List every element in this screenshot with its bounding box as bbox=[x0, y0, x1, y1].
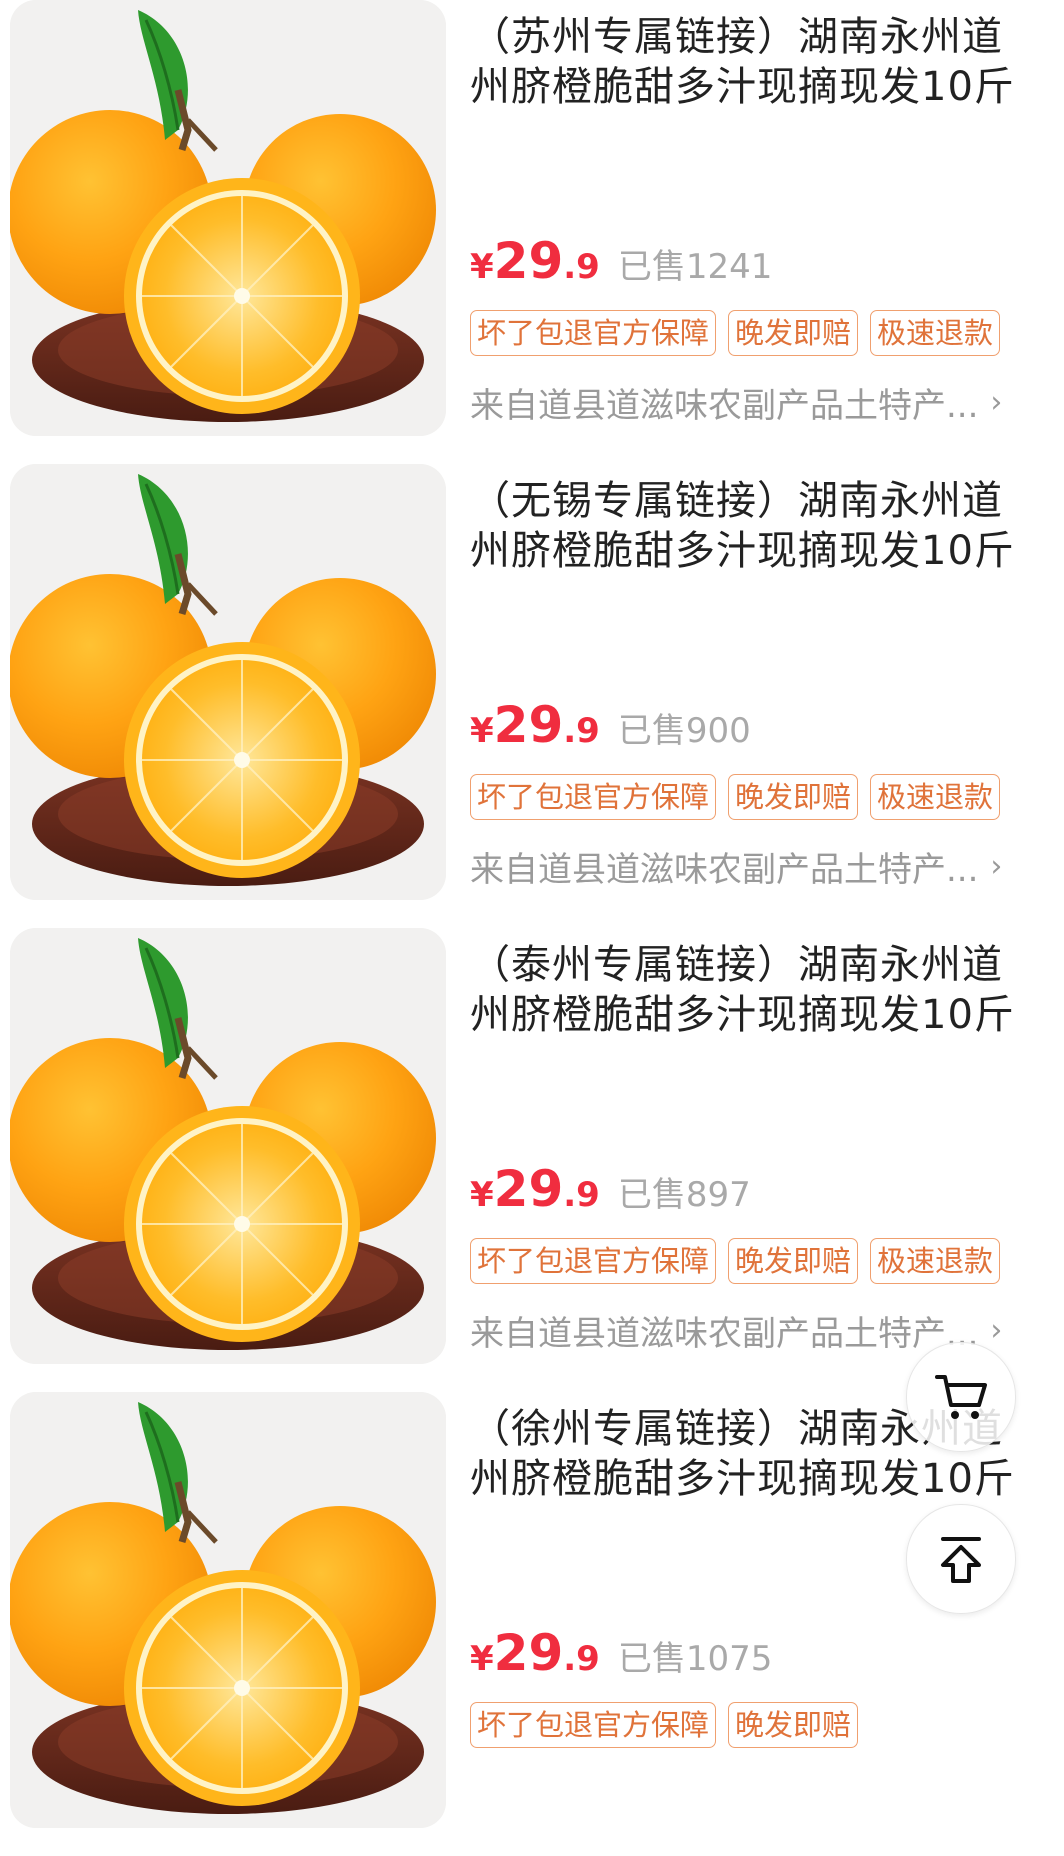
sold-value: 1241 bbox=[685, 247, 773, 287]
product-title[interactable]: （苏州专属链接）湖南永州道州脐橙脆甜多汁现摘现发10斤 bbox=[470, 12, 1040, 112]
service-tags: 坏了包退官方保障 晚发即赔 极速退款 bbox=[470, 1238, 1001, 1284]
currency-symbol: ¥ bbox=[470, 247, 494, 287]
sold-count: 已售 897 bbox=[618, 1167, 751, 1216]
tag-return-guarantee: 坏了包退官方保障 bbox=[470, 774, 717, 820]
sold-label: 已售 bbox=[617, 1175, 686, 1215]
chevron-right-icon: › bbox=[990, 849, 1003, 884]
back-to-top-button[interactable] bbox=[906, 1504, 1016, 1614]
currency-symbol: ¥ bbox=[470, 1175, 494, 1215]
product-title[interactable]: （泰州专属链接）湖南永州道州脐橙脆甜多汁现摘现发10斤 bbox=[470, 940, 1040, 1040]
shop-name: 来自道县道滋味农副产品土特产... bbox=[470, 1314, 979, 1354]
product-card[interactable]: （泰州专属链接）湖南永州道州脐橙脆甜多汁现摘现发10斤 ¥ 29 .9 已售 89… bbox=[0, 928, 1064, 1392]
tag-fast-refund: 极速退款 bbox=[870, 310, 1001, 356]
shop-link[interactable]: 来自道县道滋味农副产品土特产... › bbox=[470, 842, 1030, 891]
price-decimal: .9 bbox=[563, 1175, 600, 1215]
cart-icon bbox=[935, 1375, 987, 1419]
currency-symbol: ¥ bbox=[470, 711, 494, 751]
sold-value: 1075 bbox=[685, 1639, 773, 1679]
sold-label: 已售 bbox=[617, 247, 686, 287]
tag-late-compensation: 晚发即赔 bbox=[728, 774, 859, 820]
product-card[interactable]: （苏州专属链接）湖南永州道州脐橙脆甜多汁现摘现发10斤 ¥ 29 .9 已售 12… bbox=[0, 0, 1064, 464]
price-row: ¥ 29 .9 已售 1075 bbox=[470, 1624, 772, 1684]
sold-count: 已售 1241 bbox=[618, 239, 773, 288]
price: ¥ 29 .9 bbox=[470, 1160, 600, 1218]
sold-label: 已售 bbox=[617, 1639, 686, 1679]
price-decimal: .9 bbox=[563, 1639, 600, 1679]
chevron-right-icon: › bbox=[990, 385, 1003, 420]
price-decimal: .9 bbox=[563, 711, 600, 751]
price-row: ¥ 29 .9 已售 897 bbox=[470, 1160, 751, 1220]
price-integer: 29 bbox=[493, 696, 564, 754]
tag-late-compensation: 晚发即赔 bbox=[728, 310, 859, 356]
sold-count: 已售 900 bbox=[618, 703, 751, 752]
product-image[interactable] bbox=[10, 928, 446, 1364]
tag-return-guarantee: 坏了包退官方保障 bbox=[470, 310, 717, 356]
product-image[interactable] bbox=[10, 1392, 446, 1828]
cart-button[interactable] bbox=[906, 1342, 1016, 1452]
sold-count: 已售 1075 bbox=[618, 1631, 773, 1680]
price: ¥ 29 .9 bbox=[470, 1624, 600, 1682]
product-card[interactable]: （徐州专属链接）湖南永州道州脐橙脆甜多汁现摘现发10斤 ¥ 29 .9 已售 10… bbox=[0, 1392, 1064, 1856]
sold-label: 已售 bbox=[617, 711, 686, 751]
shop-name: 来自道县道滋味农副产品土特产... bbox=[470, 850, 979, 890]
sold-value: 897 bbox=[685, 1175, 751, 1215]
price-decimal: .9 bbox=[563, 247, 600, 287]
product-title[interactable]: （无锡专属链接）湖南永州道州脐橙脆甜多汁现摘现发10斤 bbox=[470, 476, 1040, 576]
product-image[interactable] bbox=[10, 0, 446, 436]
price-row: ¥ 29 .9 已售 900 bbox=[470, 696, 751, 756]
currency-symbol: ¥ bbox=[470, 1639, 494, 1679]
shop-name: 来自道县道滋味农副产品土特产... bbox=[470, 386, 979, 426]
service-tags: 坏了包退官方保障 晚发即赔 极速退款 bbox=[470, 774, 1001, 820]
tag-late-compensation: 晚发即赔 bbox=[728, 1702, 859, 1748]
price-integer: 29 bbox=[493, 232, 564, 290]
price-row: ¥ 29 .9 已售 1241 bbox=[470, 232, 772, 292]
tag-fast-refund: 极速退款 bbox=[870, 1238, 1001, 1284]
tag-late-compensation: 晚发即赔 bbox=[728, 1238, 859, 1284]
service-tags: 坏了包退官方保障 晚发即赔 bbox=[470, 1702, 859, 1748]
service-tags: 坏了包退官方保障 晚发即赔 极速退款 bbox=[470, 310, 1001, 356]
product-card[interactable]: （无锡专属链接）湖南永州道州脐橙脆甜多汁现摘现发10斤 ¥ 29 .9 已售 90… bbox=[0, 464, 1064, 928]
shop-link[interactable]: 来自道县道滋味农副产品土特产... › bbox=[470, 378, 1030, 427]
tag-return-guarantee: 坏了包退官方保障 bbox=[470, 1702, 717, 1748]
sold-value: 900 bbox=[685, 711, 751, 751]
chevron-right-icon: › bbox=[990, 1313, 1003, 1348]
price-integer: 29 bbox=[493, 1160, 564, 1218]
product-image[interactable] bbox=[10, 464, 446, 900]
price: ¥ 29 .9 bbox=[470, 696, 600, 754]
price-integer: 29 bbox=[493, 1624, 564, 1682]
tag-fast-refund: 极速退款 bbox=[870, 774, 1001, 820]
price: ¥ 29 .9 bbox=[470, 232, 600, 290]
arrow-up-icon bbox=[941, 1537, 981, 1583]
tag-return-guarantee: 坏了包退官方保障 bbox=[470, 1238, 717, 1284]
